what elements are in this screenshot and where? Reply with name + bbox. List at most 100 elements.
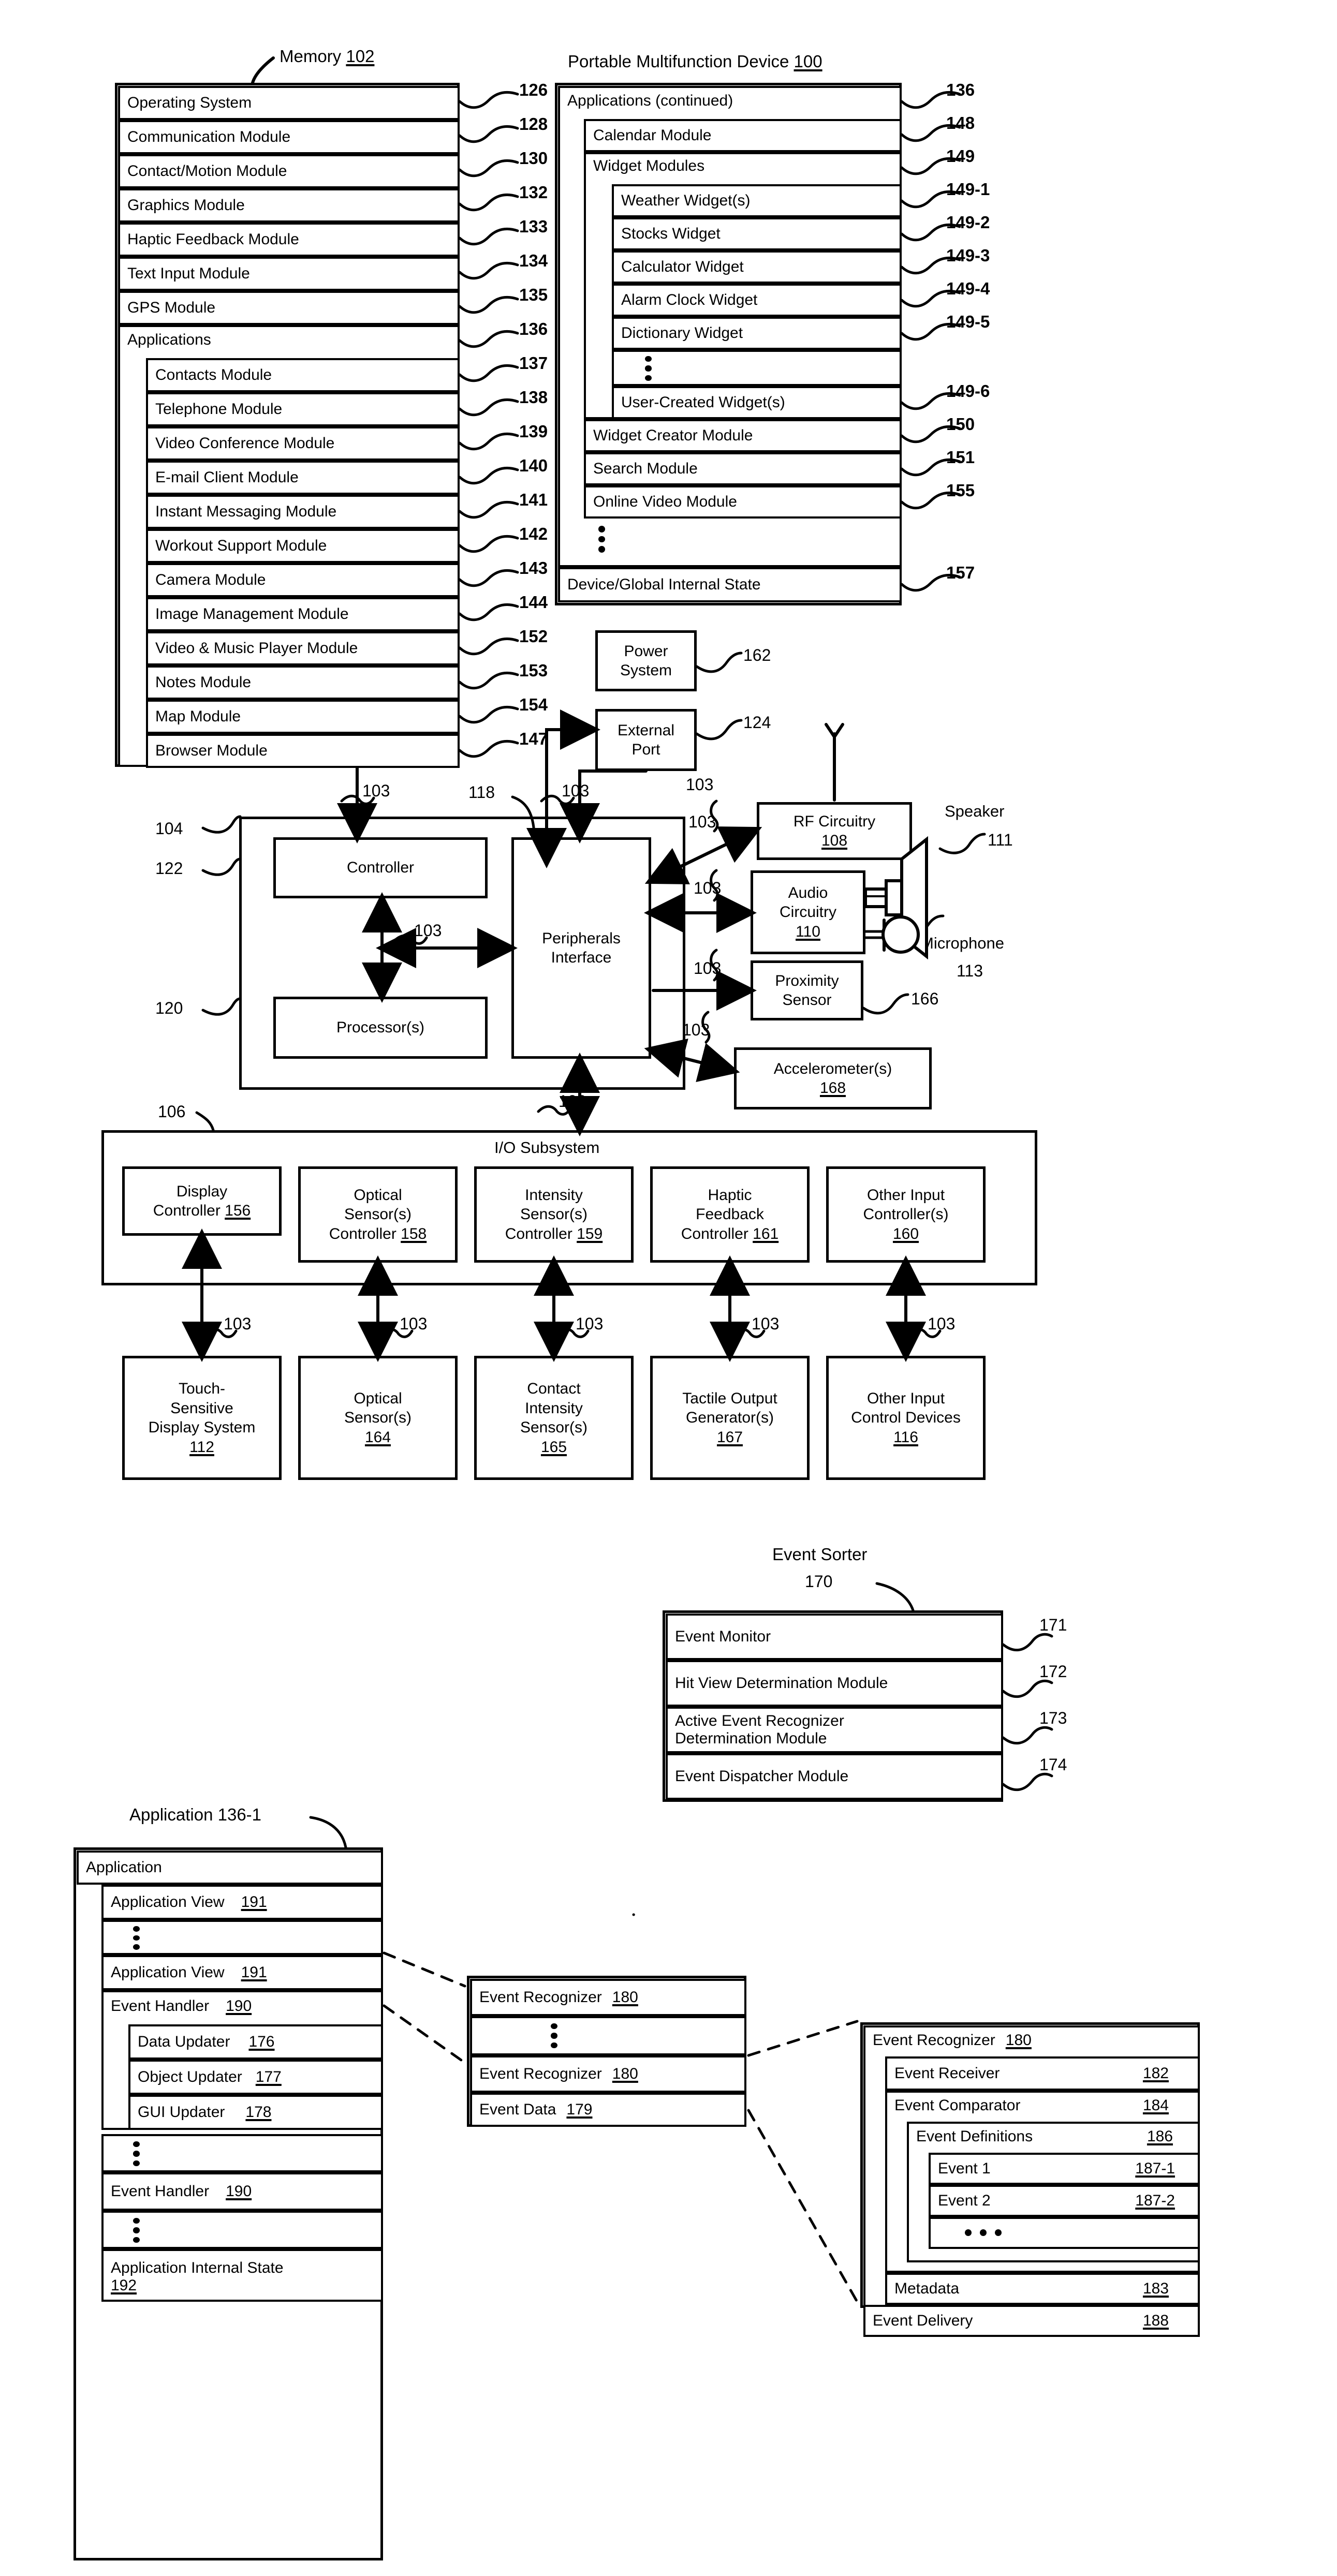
app-row-contacts-module: Contacts Module	[146, 358, 460, 392]
optical-sensor-controller-block: Optical Sensor(s) Controller 158	[298, 1166, 458, 1263]
widget-row-user-created: User-Created Widget(s)	[612, 386, 902, 419]
row-label: Event Comparator	[894, 2097, 1021, 2114]
row-label: Search Module	[593, 460, 698, 477]
row-label: Browser Module	[155, 742, 268, 759]
microphone-label: Microphone	[920, 934, 1004, 952]
tactile-output-line2: Generator(s)	[685, 1409, 774, 1427]
proximity-sensor-line1: Proximity	[775, 972, 839, 989]
row-label: Event Monitor	[675, 1628, 771, 1645]
ref-103-h: 103	[414, 921, 442, 940]
touch-display-ref: 112	[189, 1438, 214, 1456]
vertical-ellipsis-applications	[596, 526, 607, 553]
row-label-line2: Determination Module	[675, 1730, 827, 1747]
app-row-telephone-module: Telephone Module	[146, 392, 460, 426]
ref-137: 137	[519, 353, 548, 373]
ref-149: 149	[946, 146, 975, 166]
ref-130: 130	[519, 149, 548, 168]
audio-circuitry-line1: Audio	[788, 884, 828, 901]
row-label: Application Internal State	[111, 2259, 284, 2276]
event-data-row: Event Data 179	[470, 2093, 746, 2127]
row-label: Event Handler	[111, 1997, 210, 2015]
contact-intensity-sensors-block: Contact Intensity Sensor(s) 165	[474, 1356, 634, 1480]
row-ref: 187-1	[1135, 2160, 1175, 2177]
row-label: Widget Creator Module	[593, 427, 753, 444]
audio-circuitry-block: Audio Circuitry 110	[751, 870, 865, 954]
row-label: User-Created Widget(s)	[621, 394, 785, 411]
ref-149-4: 149-4	[946, 279, 990, 298]
row-ref: 188	[1142, 2312, 1169, 2329]
ref-106: 106	[158, 1102, 186, 1121]
device-row-calendar-module: Calendar Module	[584, 119, 902, 152]
ref-148: 148	[946, 113, 975, 132]
app-row-video-music-player-module: Video & Music Player Module	[146, 631, 460, 665]
ref-143: 143	[519, 558, 548, 578]
ref-149-6: 149-6	[946, 381, 990, 401]
row-label: Camera Module	[155, 571, 266, 588]
ref-174: 174	[1039, 1755, 1067, 1774]
row-ref: 190	[226, 1997, 252, 2015]
memory-row-contact-motion-module: Contact/Motion Module	[118, 154, 460, 188]
haptic-feedback-controller-line2: Feedback	[696, 1206, 764, 1223]
ref-149-5: 149-5	[946, 312, 990, 331]
row-ref: 180	[612, 2065, 638, 2082]
application-ellipsis-row-1	[101, 1920, 383, 1955]
row-ref: 184	[1142, 2097, 1169, 2114]
memory-row-text-input-module: Text Input Module	[118, 257, 460, 291]
ref-124: 124	[743, 713, 771, 732]
event-delivery-row: Event Delivery 188	[863, 2305, 1200, 2337]
haptic-feedback-controller-line3: Controller 161	[681, 1225, 779, 1242]
row-label: Event Definitions	[916, 2128, 1033, 2145]
app-row-browser-module: Browser Module	[146, 734, 460, 768]
ref-154: 154	[519, 695, 548, 714]
optical-sensor-controller-line3: Controller 158	[329, 1225, 427, 1242]
vertical-ellipsis-app-1	[131, 1926, 141, 1950]
contact-intensity-line1: Contact	[527, 1380, 581, 1397]
accelerometer-block: Accelerometer(s) 168	[734, 1047, 932, 1109]
app-row-video-conference-module: Video Conference Module	[146, 426, 460, 461]
ref-103-g: 103	[682, 1020, 710, 1039]
optical-sensor-controller-line1: Optical	[354, 1186, 402, 1204]
ref-162: 162	[743, 646, 771, 664]
other-input-controller-block: Other Input Controller(s) 160	[826, 1166, 986, 1263]
row-label: E-mail Client Module	[155, 469, 299, 486]
contact-intensity-line3: Sensor(s)	[520, 1419, 588, 1436]
ref-136-right: 136	[946, 80, 975, 99]
ref-139: 139	[519, 422, 548, 441]
event-sorter-row-active-recognizer: Active Event Recognizer Determination Mo…	[666, 1707, 1003, 1753]
ref-113: 113	[957, 961, 983, 980]
row-label: Event Recognizer	[873, 2032, 995, 2049]
application-internal-state-row: Application Internal State 192	[101, 2249, 383, 2302]
row-label: Telephone Module	[155, 401, 283, 418]
ref-157: 157	[946, 563, 975, 582]
app-row-notes-module: Notes Module	[146, 665, 460, 700]
row-label-line1: Active Event Recognizer	[675, 1712, 844, 1729]
rf-circuitry-label: RF Circuitry	[793, 812, 876, 830]
row-label: Widget Modules	[593, 157, 705, 174]
ref-122: 122	[155, 859, 183, 878]
widget-row-dictionary: Dictionary Widget	[612, 317, 902, 350]
intensity-sensor-controller-block: Intensity Sensor(s) Controller 159	[474, 1166, 634, 1263]
row-label: Haptic Feedback Module	[127, 231, 299, 248]
row-ref: 186	[1147, 2128, 1173, 2145]
optical-sensors-ref: 164	[364, 1428, 391, 1446]
ref-152: 152	[519, 627, 548, 646]
row-ref: 192	[111, 2277, 137, 2294]
external-port-line1: External	[617, 721, 675, 739]
row-label: Data Updater	[138, 2033, 230, 2050]
ref-171: 171	[1039, 1616, 1067, 1634]
memory-row-gps-module: GPS Module	[118, 291, 460, 325]
display-controller-line2: Controller 156	[153, 1202, 251, 1219]
audio-circuitry-ref: 110	[796, 923, 820, 940]
device-row-widget-creator-module: Widget Creator Module	[584, 419, 902, 452]
widget-row-ellipsis	[612, 350, 902, 386]
row-ref: 178	[245, 2104, 272, 2121]
ref-103-e: 103	[694, 879, 722, 897]
event-sorter-title: Event Sorter	[772, 1545, 868, 1564]
ref-155: 155	[946, 481, 975, 500]
row-label: Calendar Module	[593, 127, 712, 144]
row-label: Event Handler	[111, 2183, 210, 2200]
ref-103-io-1: 103	[224, 1314, 252, 1333]
row-label: Alarm Clock Widget	[621, 291, 758, 308]
row-label: Event Dispatcher Module	[675, 1768, 849, 1785]
ref-142: 142	[519, 524, 548, 543]
